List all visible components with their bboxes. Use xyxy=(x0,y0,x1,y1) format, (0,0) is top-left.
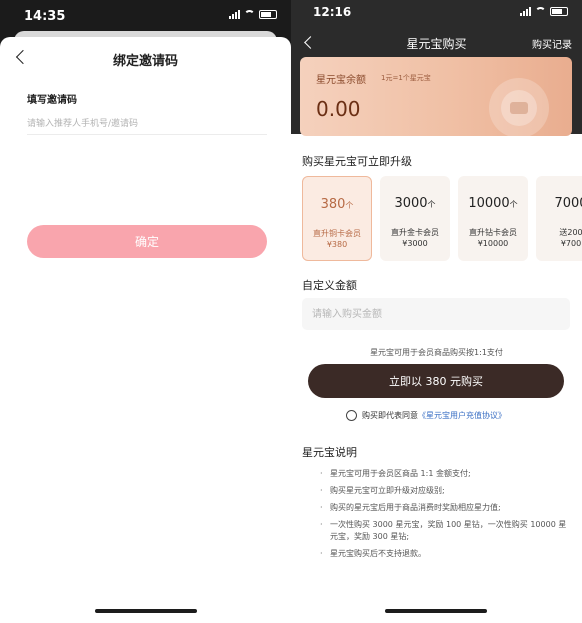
tier-option[interactable]: 10000个 直升钻卡会员 ¥10000 xyxy=(458,176,528,261)
bullet-icon: · xyxy=(320,469,323,478)
explain-text: 购买的星元宝后用于商品消费时奖励相应星力值; xyxy=(330,503,501,512)
coin-icon xyxy=(489,78,549,136)
status-icons xyxy=(520,7,568,16)
bullet-icon: · xyxy=(320,486,323,495)
tier-amount: 380 xyxy=(320,197,346,212)
payment-note: 星元宝可用于会员商品购买按1:1支付 xyxy=(370,348,503,357)
tier-name: 直升金卡会员 xyxy=(391,228,439,237)
tier-amount: 3000 xyxy=(394,196,428,211)
screenshot-stage: 14:35 绑定邀请码 填写邀请码 确定 12:16 xyxy=(0,0,582,623)
tier-price: ¥380 xyxy=(326,240,348,249)
wifi-icon xyxy=(244,10,255,19)
invite-field-label: 填写邀请码 xyxy=(27,95,77,106)
tier-unit: 个 xyxy=(427,200,436,209)
tier-price: ¥10000 xyxy=(477,239,509,248)
explain-text: 星元宝购买后不支持退款。 xyxy=(330,549,426,558)
balance-value: 0.00 xyxy=(316,97,361,121)
balance-card: 星元宝余额 1元=1个星元宝 0.00 xyxy=(300,57,572,136)
tier-option[interactable]: 3000个 直升金卡会员 ¥3000 xyxy=(380,176,450,261)
bullet-icon: · xyxy=(320,503,323,512)
tier-option[interactable]: 380个 直升铜卡会员 ¥380 xyxy=(302,176,372,261)
wifi-icon xyxy=(535,7,546,16)
status-time: 14:35 xyxy=(24,9,66,24)
home-indicator xyxy=(95,609,197,613)
tier-name: 直升铜卡会员 xyxy=(313,229,361,238)
list-item: · 星元宝可用于会员区商品 1:1 金额支付; xyxy=(302,468,574,480)
home-indicator xyxy=(385,609,487,613)
custom-amount-title: 自定义金额 xyxy=(302,279,357,292)
agreement-link[interactable]: 《星元宝用户充值协议》 xyxy=(418,410,506,421)
status-icons xyxy=(229,10,277,19)
status-time: 12:16 xyxy=(313,5,352,19)
list-item: · 星元宝购买后不支持退款。 xyxy=(302,548,574,560)
custom-amount-input[interactable] xyxy=(302,298,570,330)
explain-text: 购买星元宝可立即升级对应级别; xyxy=(330,486,445,495)
battery-icon xyxy=(550,7,568,16)
nav-bar: 绑定邀请码 xyxy=(0,37,291,79)
tier-amount-line: 3000个 xyxy=(380,196,450,211)
tier-list: 380个 直升铜卡会员 ¥380 3000个 直升金卡会员 ¥3000 1000… xyxy=(302,176,582,262)
radio-icon[interactable] xyxy=(346,409,357,421)
tier-option[interactable]: 7000 送200 ¥700 xyxy=(536,176,582,261)
explain-list: · 星元宝可用于会员区商品 1:1 金额支付; · 购买星元宝可立即升级对应级别; … xyxy=(302,468,574,565)
explain-text: 一次性购买 3000 星元宝，奖励 100 星钻，一次性购买 10000 星元宝… xyxy=(330,520,567,541)
buy-button[interactable]: 立即以 380 元购买 xyxy=(308,364,564,398)
tier-amount: 10000 xyxy=(468,196,510,211)
signal-icon xyxy=(520,7,531,16)
tier-amount-line: 10000个 xyxy=(458,196,528,211)
tier-amount-line: 380个 xyxy=(303,197,371,212)
balance-label: 星元宝余额 xyxy=(316,75,366,86)
invite-sheet: 绑定邀请码 填写邀请码 确定 xyxy=(0,37,291,623)
explain-section-title: 星元宝说明 xyxy=(302,446,357,459)
list-item: · 一次性购买 3000 星元宝，奖励 100 星钻，一次性购买 10000 星元… xyxy=(302,519,574,543)
list-item: · 购买星元宝可立即升级对应级别; xyxy=(302,485,574,497)
tier-name: 送200 xyxy=(559,228,582,237)
confirm-button[interactable]: 确定 xyxy=(27,225,267,258)
tier-amount: 7000 xyxy=(554,196,582,211)
purchase-screen: 12:16 星元宝购买 购买记录 星元宝余额 1元=1个星元宝 0.00 购买星… xyxy=(291,0,582,623)
exchange-rate: 1元=1个星元宝 xyxy=(381,74,431,82)
tier-price: ¥3000 xyxy=(402,239,428,248)
invite-code-screen: 14:35 绑定邀请码 填写邀请码 确定 xyxy=(0,0,291,623)
list-item: · 购买的星元宝后用于商品消费时奖励相应星力值; xyxy=(302,502,574,514)
bullet-icon: · xyxy=(320,520,323,529)
signal-icon xyxy=(229,10,240,19)
upgrade-section-title: 购买星元宝可立即升级 xyxy=(302,155,412,168)
tier-name: 直升钻卡会员 xyxy=(469,228,517,237)
tier-unit: 个 xyxy=(345,201,354,210)
tier-price: ¥700 xyxy=(560,239,582,248)
agreement-row: 购买即代表同意 《星元宝用户充值协议》 xyxy=(346,408,506,422)
bullet-icon: · xyxy=(320,549,323,558)
agreement-text: 购买即代表同意 xyxy=(362,410,418,420)
explain-text: 星元宝可用于会员区商品 1:1 金额支付; xyxy=(330,469,471,478)
page-title: 绑定邀请码 xyxy=(112,54,178,69)
invite-code-input[interactable] xyxy=(27,113,267,135)
tier-amount-line: 7000 xyxy=(536,196,582,211)
purchase-record-link[interactable]: 购买记录 xyxy=(532,36,572,51)
battery-icon xyxy=(259,10,277,19)
tier-unit: 个 xyxy=(509,200,518,209)
